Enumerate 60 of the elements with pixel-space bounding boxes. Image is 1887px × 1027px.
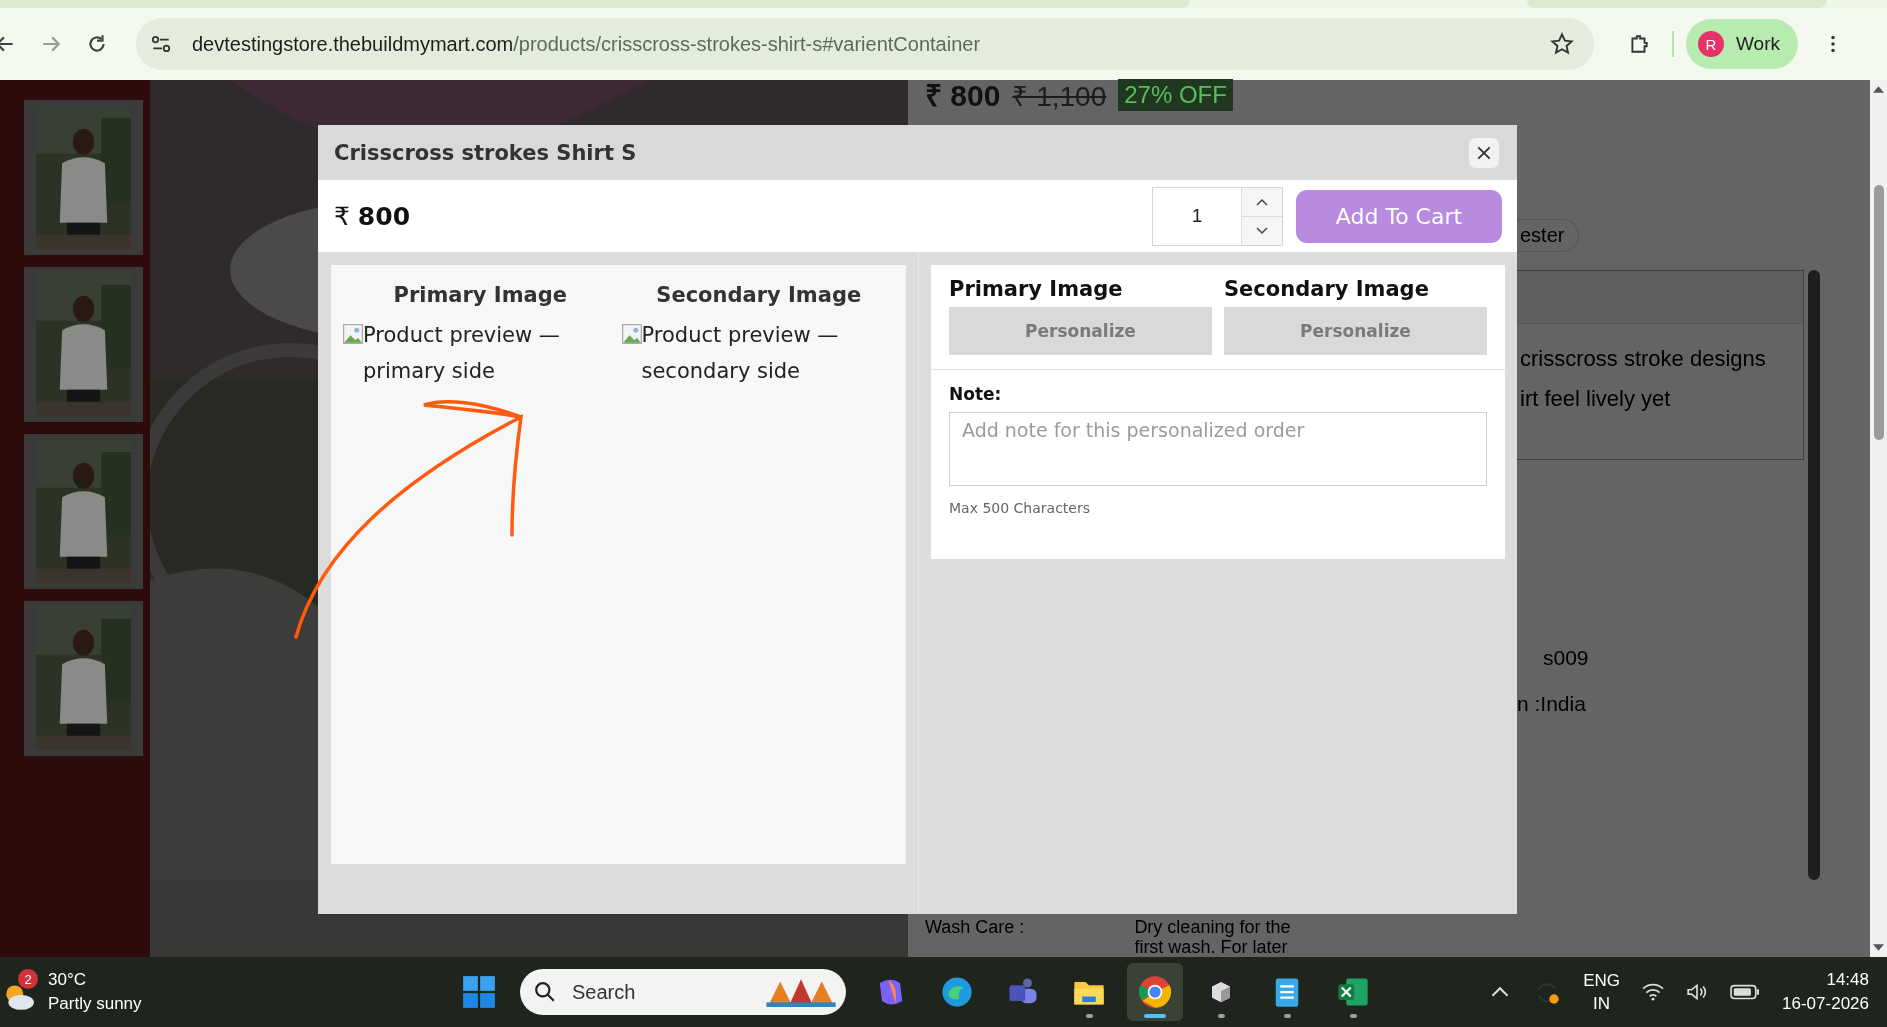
clock-date[interactable]: 16-07-2026	[1782, 994, 1869, 1014]
close-icon[interactable]	[1476, 144, 1492, 161]
column-heading: Secondary Image	[1224, 277, 1430, 301]
sku-text: s009	[1543, 646, 1589, 670]
url-text: devtestingstore.thebuildmymart.com/products/crisscross-strokes-shirt-s#varientContainer	[192, 32, 982, 56]
edge-browser-icon[interactable]	[939, 974, 975, 1010]
wash-care-label: Wash Care :	[925, 917, 1025, 939]
column-heading: Secondary Image	[655, 283, 863, 307]
thumbnail[interactable]	[24, 601, 143, 756]
dialog-title: Crisscross strokes Shirt S	[334, 140, 637, 165]
broken-image-icon	[621, 324, 642, 344]
temperature-text: 30°C	[48, 970, 87, 990]
image-alt-text: Product preview — primary side	[363, 322, 561, 385]
column-heading: Primary Image	[392, 283, 568, 307]
origin-text: n :India	[1517, 692, 1586, 716]
description-text: crisscross stroke designs	[1520, 346, 1767, 372]
scrollbar[interactable]	[1870, 80, 1887, 957]
extensions-icon[interactable]	[1628, 33, 1650, 55]
wash-care-text: first wash. For later	[1134, 937, 1289, 957]
notification-badge: 2	[18, 969, 38, 989]
chrome-icon[interactable]	[1137, 974, 1173, 1010]
avatar-icon: R	[1698, 31, 1724, 57]
quantity-field[interactable]: 1	[1152, 186, 1283, 246]
taskbar-button[interactable]	[1127, 963, 1183, 1021]
scrollbar-thumb[interactable]	[1873, 185, 1884, 440]
close-button[interactable]	[1469, 137, 1499, 168]
search-icon[interactable]	[534, 981, 556, 1003]
note-label: Note:	[949, 384, 1003, 404]
description-text: irt feel lively yet	[1520, 386, 1672, 412]
taskbar-search[interactable]: Search	[520, 969, 846, 1015]
price-text: ₹ 800	[334, 201, 412, 231]
battery-icon[interactable]	[1730, 984, 1761, 1000]
region-text[interactable]: IN	[1593, 993, 1611, 1014]
scroll-down-icon[interactable]	[1873, 944, 1884, 951]
image-alt-text: Product preview — secondary side	[641, 322, 840, 385]
old-price-text: ₹ 1,100	[1012, 79, 1107, 114]
note-field[interactable]: Add note for this personalized order	[949, 412, 1487, 486]
reload-icon[interactable]	[86, 33, 108, 55]
wifi-icon[interactable]	[1642, 982, 1665, 1002]
language-text[interactable]: ENG	[1583, 970, 1621, 991]
temple-icon[interactable]	[766, 977, 836, 1007]
bookmark-star-icon[interactable]	[1550, 32, 1574, 56]
start-icon[interactable]	[462, 975, 496, 1009]
weather-text: Partly sunny	[48, 994, 142, 1014]
price-text: ₹ 800	[925, 78, 1001, 114]
volume-icon[interactable]	[1686, 982, 1709, 1002]
thumbnail[interactable]	[24, 434, 143, 589]
profile-button[interactable]: R Work	[1686, 19, 1798, 69]
broken-image-icon	[343, 324, 363, 344]
clock-time[interactable]: 14:48	[1826, 970, 1869, 990]
character-limit-hint: Max 500 Characters	[949, 500, 1091, 516]
scrollbar[interactable]	[1808, 270, 1820, 880]
discount-badge: 27% OFF	[1118, 78, 1233, 111]
thumbnail[interactable]	[24, 100, 143, 255]
thumbnail[interactable]	[24, 267, 143, 422]
site-info-icon[interactable]	[150, 33, 172, 55]
scroll-up-icon[interactable]	[1873, 86, 1884, 93]
address-bar[interactable]: devtestingstore.thebuildmymart.com/products/crisscross-strokes-shirt-s#varientContainer	[136, 18, 1594, 70]
column-heading: Primary Image	[949, 277, 1124, 301]
wash-care-text: Dry cleaning for the	[1134, 917, 1291, 937]
